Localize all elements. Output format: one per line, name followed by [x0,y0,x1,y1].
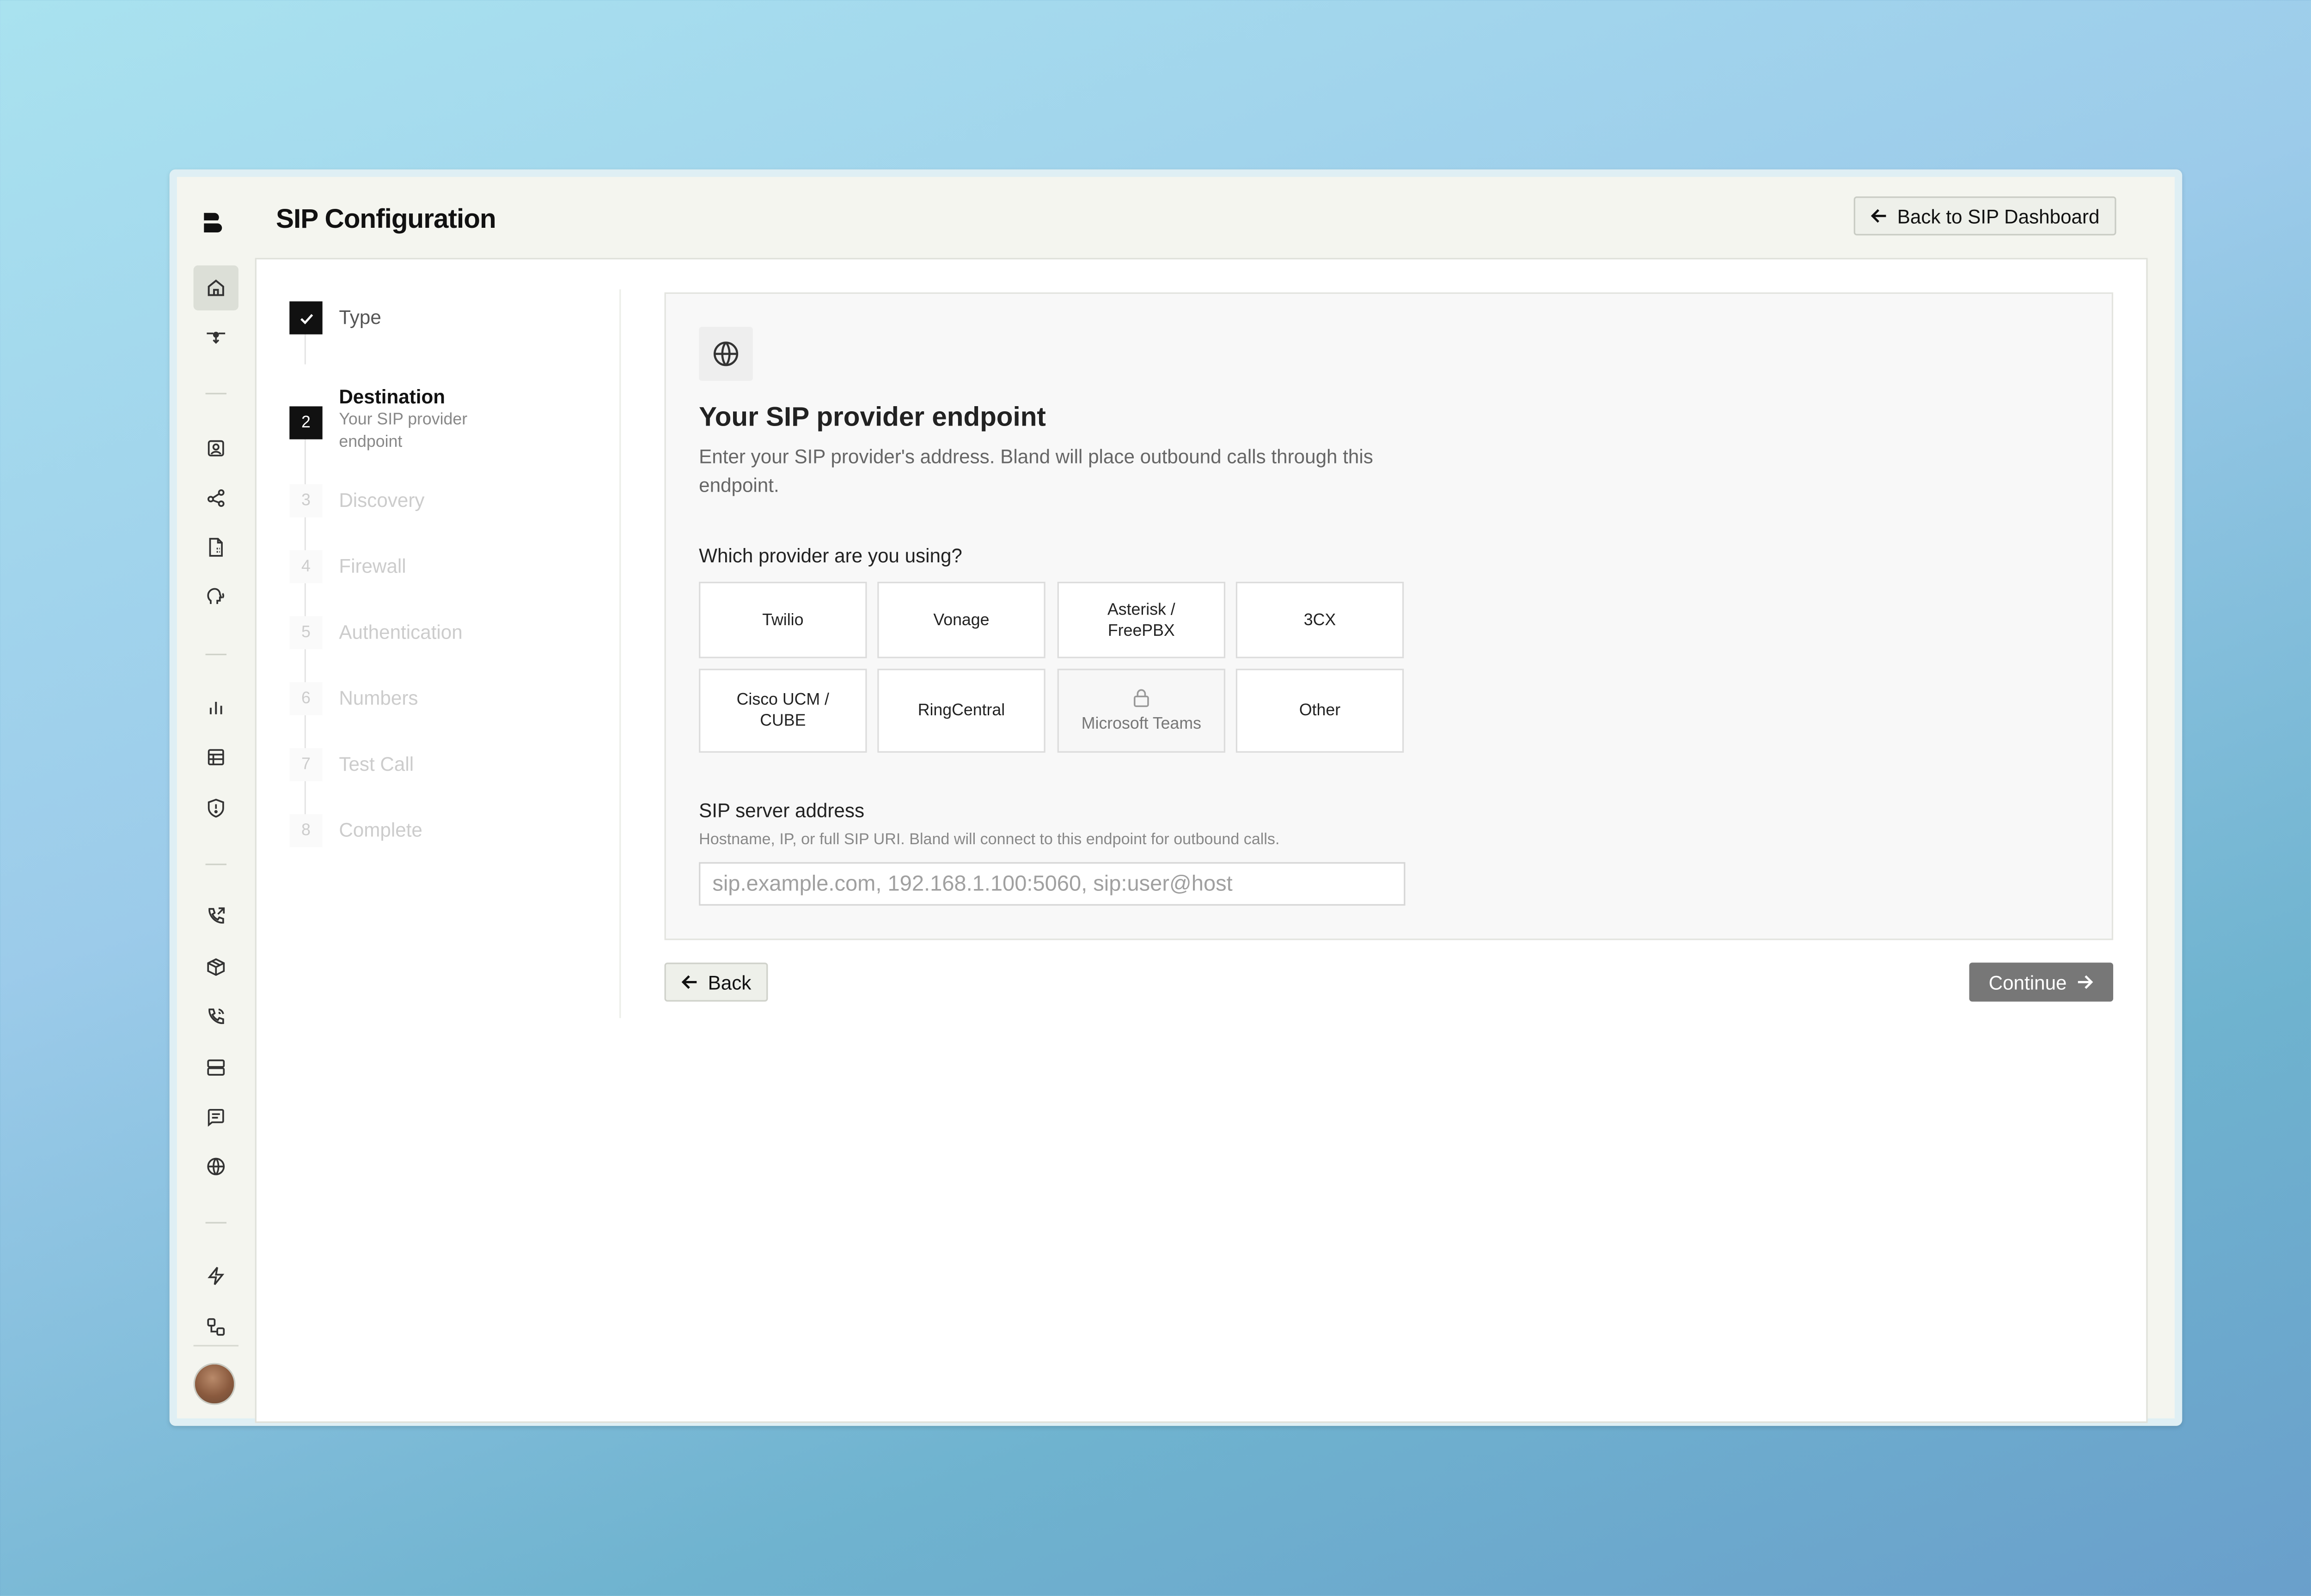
provider-option-cisco[interactable]: Cisco UCM / CUBE [699,669,867,753]
back-button[interactable]: Back [664,962,768,1002]
step-numbers[interactable]: 6 Numbers [289,682,418,715]
box-icon[interactable] [194,944,238,989]
provider-label: Microsoft Teams [1081,714,1201,733]
step-label: Complete [339,818,422,841]
provider-option-asterisk[interactable]: Asterisk / FreePBX [1057,582,1226,658]
step-discovery[interactable]: 3 Discovery [289,484,425,518]
home-icon[interactable] [193,265,238,311]
step-label: Numbers [339,687,418,709]
step-connector [304,583,306,616]
step-connector [304,517,306,550]
provider-option-other[interactable]: Other [1235,669,1404,753]
sip-server-input[interactable] [699,862,1406,906]
server-icon[interactable] [194,1045,238,1090]
bar-chart-icon[interactable] [194,685,238,730]
step-number: 2 [289,406,323,439]
arrow-left-icon [1871,209,1886,223]
table-icon[interactable] [194,735,238,780]
step-label: Test Call [339,752,414,775]
shield-icon[interactable] [194,786,238,830]
lightning-icon[interactable] [194,1254,238,1298]
rail-divider [193,1345,238,1346]
phone-outgoing-icon[interactable] [194,894,238,938]
file-icon[interactable] [194,525,238,570]
provider-label: 3CX [1303,611,1336,629]
avatar[interactable] [193,1363,236,1405]
endpoint-card: Your SIP provider endpoint Enter your SI… [664,292,2114,940]
stepper-divider [619,289,621,1018]
provider-label: Vonage [933,611,990,629]
step-complete[interactable]: 8 Complete [289,814,422,847]
rail-divider [205,393,226,395]
step-number: 3 [289,484,323,518]
step-firewall[interactable]: 4 Firewall [289,550,406,584]
rail-divider [205,1222,226,1224]
sip-server-label: SIP server address [699,799,865,822]
step-connector [304,715,306,749]
step-authentication[interactable]: 5 Authentication [289,616,463,650]
step-connector [304,649,306,682]
main-panel: Type 2 Destination Your SIP provider end… [255,258,2148,1423]
provider-option-twilio[interactable]: Twilio [699,582,867,658]
icon-rail [177,177,255,1419]
share-icon[interactable] [194,475,238,520]
step-number: 7 [289,748,323,781]
rail-divider [205,653,226,656]
provider-label: Asterisk / FreePBX [1107,600,1175,640]
card-title: Your SIP provider endpoint [699,402,1046,432]
step-number: 4 [289,550,323,584]
continue-button[interactable]: Continue [1969,962,2114,1002]
back-button-label: Back [708,971,752,993]
provider-option-vonage[interactable]: Vonage [877,582,1045,658]
step-label: Firewall [339,554,406,578]
step-type[interactable]: Type [289,301,381,335]
back-to-dashboard-label: Back to SIP Dashboard [1897,204,2100,227]
provider-question: Which provider are you using? [699,544,962,567]
workflow-icon[interactable] [194,1304,238,1349]
provider-label: Cisco UCM / CUBE [736,691,829,731]
drone-icon[interactable] [194,315,238,359]
step-label: Type [339,305,381,329]
continue-button-label: Continue [1988,971,2067,993]
step-label: Destination [339,385,446,408]
voice-icon[interactable] [194,574,238,619]
provider-label: RingCentral [917,701,1005,720]
globe-icon[interactable] [194,1144,238,1189]
provider-label: Twilio [762,611,804,629]
step-label: Discovery [339,488,425,512]
step-connector [304,334,306,365]
rail-divider [205,864,226,865]
step-destination[interactable]: 2 Destination Your SIP provider endpoint [289,385,504,454]
step-label: Authentication [339,621,463,644]
step-test-call[interactable]: 7 Test Call [289,748,414,781]
step-number: 6 [289,682,323,715]
globe-icon [699,327,753,381]
provider-option-ringcentral[interactable]: RingCentral [877,669,1045,753]
back-to-dashboard-button[interactable]: Back to SIP Dashboard [1853,196,2116,236]
check-icon [289,301,323,335]
provider-label: Other [1299,701,1341,720]
provider-option-3cx[interactable]: 3CX [1235,582,1404,658]
page-title: SIP Configuration [276,204,496,234]
step-connector [304,781,306,814]
step-sublabel: Your SIP provider endpoint [339,411,468,451]
step-number: 8 [289,814,323,847]
lock-icon [1133,688,1149,707]
phone-icon[interactable] [194,994,238,1039]
logo-icon[interactable] [202,210,223,234]
arrow-right-icon [2078,975,2093,989]
app-window: SIP Configuration Back to SIP Dashboard [169,169,2183,1426]
arrow-left-icon [681,975,697,989]
message-icon[interactable] [194,1095,238,1139]
provider-option-microsoft-teams[interactable]: Microsoft Teams [1057,669,1226,753]
step-number: 5 [289,616,323,650]
card-description: Enter your SIP provider's address. Bland… [699,445,1373,497]
sip-server-hint: Hostname, IP, or full SIP URI. Bland wil… [699,830,1280,849]
contact-icon[interactable] [194,426,238,471]
